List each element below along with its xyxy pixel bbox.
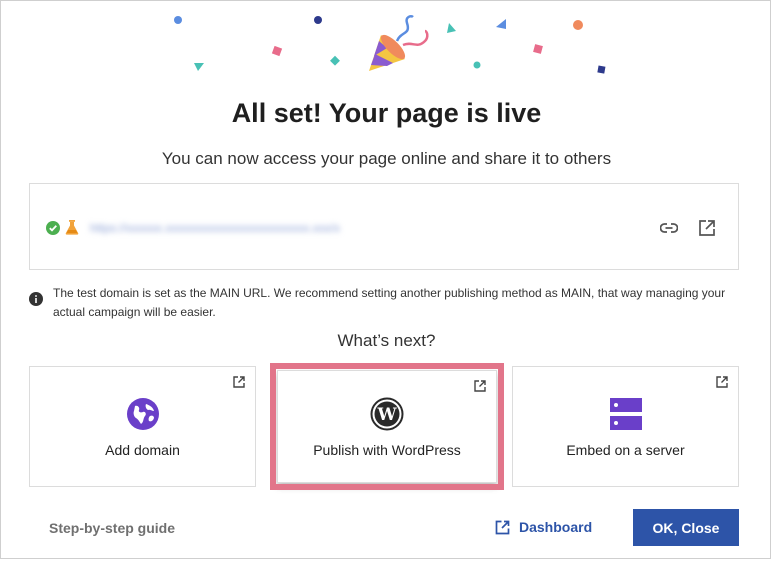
- publish-success-dialog: All set! Your page is live You can now a…: [0, 0, 771, 559]
- dashboard-link[interactable]: Dashboard: [495, 519, 592, 535]
- external-link-icon: [233, 376, 245, 388]
- party-popper-icon: [369, 15, 429, 71]
- add-domain-label: Add domain: [105, 442, 180, 458]
- page-subtitle: You can now access your page online and …: [161, 149, 612, 168]
- publish-wordpress-label: Publish with WordPress: [313, 442, 461, 458]
- publish-wordpress-card[interactable]: W Publish with WordPress: [270, 363, 504, 490]
- info-icon: [29, 292, 43, 306]
- add-domain-card[interactable]: Add domain: [29, 366, 256, 487]
- published-url-link[interactable]: https://xxxxxx.xxxxxxxxxxxxxxxxxxxxxxxx.…: [90, 222, 390, 234]
- external-link-icon: [474, 380, 486, 392]
- flask-icon: [65, 220, 79, 235]
- confetti-decoration: [174, 15, 606, 74]
- check-circle-icon: [46, 221, 60, 235]
- globe-icon: [126, 398, 159, 430]
- step-by-step-guide-link[interactable]: Step-by-step guide: [49, 520, 175, 536]
- external-link-icon[interactable]: [698, 219, 716, 237]
- published-url-box: https://xxxxxx.xxxxxxxxxxxxxxxxxxxxxxxx.…: [29, 183, 739, 270]
- external-link-icon: [495, 520, 510, 534]
- ok-close-button[interactable]: OK, Close: [633, 509, 739, 546]
- wordpress-icon: W: [370, 397, 404, 431]
- link-icon[interactable]: [660, 220, 678, 236]
- external-link-icon: [716, 376, 728, 388]
- svg-text:W: W: [376, 405, 397, 425]
- page-title: All set! Your page is live: [231, 98, 542, 128]
- whats-next-heading: What’s next?: [337, 331, 436, 350]
- server-icon: [609, 398, 642, 430]
- dashboard-label: Dashboard: [519, 519, 593, 535]
- info-text: The test domain is set as the MAIN URL. …: [53, 286, 726, 319]
- embed-server-label: Embed on a server: [566, 442, 685, 458]
- embed-server-card[interactable]: Embed on a server: [512, 366, 739, 487]
